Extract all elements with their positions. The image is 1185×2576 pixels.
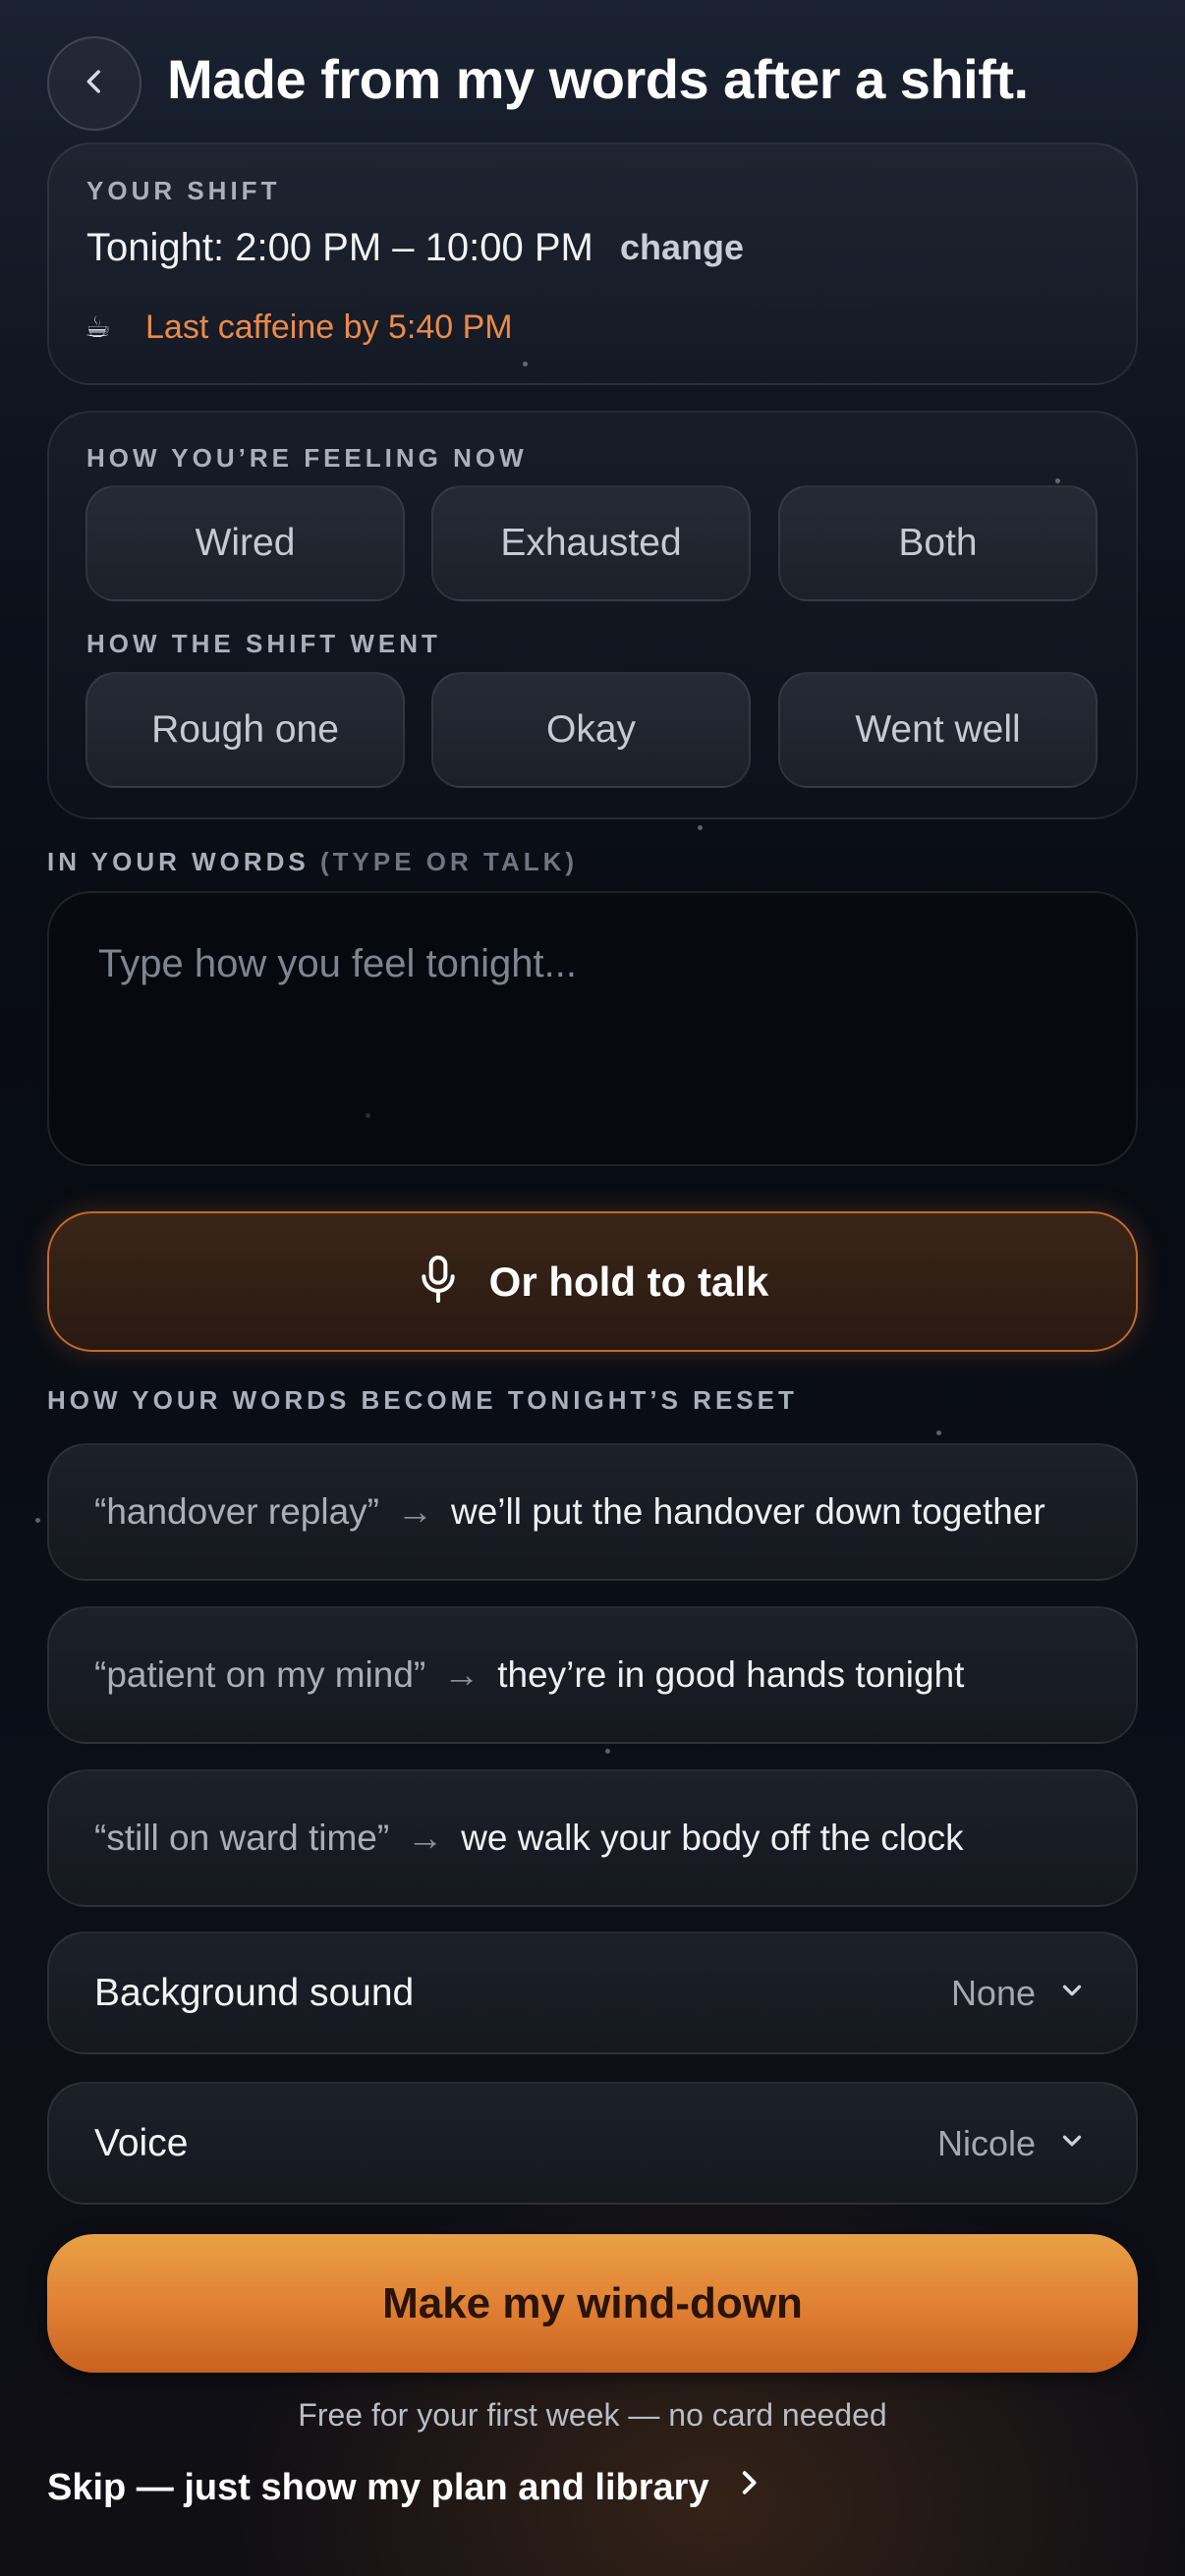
chevron-left-icon — [78, 65, 111, 103]
background-sound-value-wrap: None — [951, 1973, 1087, 2014]
reset-item-quote: “handover replay” — [94, 1491, 379, 1532]
skip-link-label: Skip — just show my plan and library — [47, 2466, 709, 2508]
background-sound-value: None — [950, 1972, 1036, 2013]
voice-value: Nicole — [936, 2122, 1036, 2163]
page-title: Made from my words after a shift. — [167, 48, 1029, 110]
shift-section-label: YOUR SHIFT — [86, 176, 281, 205]
change-shift-link[interactable]: change — [620, 227, 744, 268]
chevron-down-icon — [1057, 2126, 1087, 2160]
shift-chip-okay[interactable]: Okay — [431, 672, 751, 788]
shift-went-section-label: HOW THE SHIFT WENT — [86, 629, 441, 658]
words-label-hint: (TYPE OR TALK) — [320, 847, 579, 876]
make-wind-down-button[interactable]: Make my wind-down — [47, 2234, 1138, 2373]
back-button[interactable] — [47, 36, 141, 131]
reset-item-result: they’re in good hands tonight — [497, 1654, 965, 1695]
star-dot — [936, 1430, 941, 1435]
voice-select[interactable]: Voice Nicole — [47, 2082, 1138, 2205]
reset-item: “patient on my mind” → they’re in good h… — [47, 1606, 1138, 1744]
shift-chip-went-well[interactable]: Went well — [778, 672, 1098, 788]
reset-item: “handover replay” → we’ll put the handov… — [47, 1443, 1138, 1581]
chevron-down-icon — [1057, 1976, 1087, 2010]
star-dot — [698, 825, 703, 830]
arrow-right-icon: → — [396, 1491, 433, 1532]
star-dot — [605, 1749, 610, 1754]
words-section-label: IN YOUR WORDS (TYPE OR TALK) — [47, 847, 578, 877]
reset-item-quote: “patient on my mind” — [94, 1654, 426, 1695]
background-sound-select[interactable]: Background sound None — [47, 1932, 1138, 2054]
reset-section-label: HOW YOUR WORDS BECOME TONIGHT’S RESET — [47, 1385, 798, 1415]
reset-item-result: we walk your body off the clock — [461, 1818, 964, 1858]
microphone-icon — [417, 1254, 460, 1310]
hold-to-talk-button[interactable]: Or hold to talk — [47, 1211, 1138, 1352]
background-sound-label: Background sound — [94, 1971, 415, 2014]
feeling-chip-wired[interactable]: Wired — [85, 485, 405, 601]
voice-label: Voice — [94, 2121, 189, 2164]
caffeine-note: Last caffeine by 5:40 PM — [145, 308, 513, 346]
star-dot — [35, 1518, 40, 1523]
reset-item: “still on ward time” → we walk your body… — [47, 1769, 1138, 1907]
skip-link[interactable]: Skip — just show my plan and library — [47, 2466, 762, 2509]
hold-to-talk-label: Or hold to talk — [488, 1258, 769, 1305]
feeling-section-label: HOW YOU’RE FEELING NOW — [86, 443, 528, 473]
arrow-right-icon: → — [407, 1818, 444, 1858]
reset-item-quote: “still on ward time” — [94, 1818, 390, 1858]
feeling-chip-exhausted[interactable]: Exhausted — [431, 485, 751, 601]
free-trial-note: Free for your first week — no card neede… — [298, 2397, 887, 2433]
coffee-icon: ☕ — [85, 311, 111, 344]
shift-chip-rough[interactable]: Rough one — [85, 672, 405, 788]
shift-time: Tonight: 2:00 PM – 10:00 PM — [86, 226, 593, 269]
arrow-right-icon: → — [443, 1654, 480, 1695]
feeling-chip-both[interactable]: Both — [778, 485, 1098, 601]
reset-item-result: we’ll put the handover down together — [450, 1491, 1045, 1532]
feelings-text-input[interactable] — [47, 891, 1138, 1166]
chevron-right-icon — [735, 2466, 762, 2509]
words-label: IN YOUR WORDS — [47, 847, 310, 876]
voice-value-wrap: Nicole — [937, 2123, 1087, 2164]
